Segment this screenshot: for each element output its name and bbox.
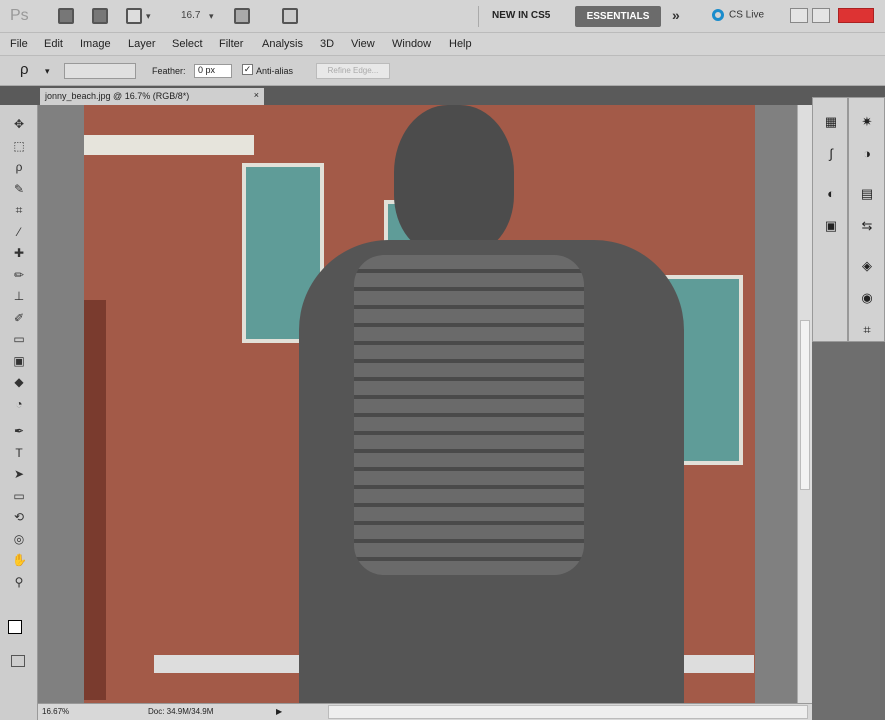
workspace-new-in-cs5[interactable]: NEW IN CS5 bbox=[492, 10, 550, 21]
dodge-tool-icon[interactable]: ◔ bbox=[12, 397, 26, 411]
launch-bridge-icon[interactable] bbox=[58, 8, 74, 24]
menu-help[interactable]: Help bbox=[449, 38, 472, 50]
swatches-panel-icon[interactable]: ◑ bbox=[859, 146, 875, 162]
crop-tool-icon[interactable]: ⌗ bbox=[12, 203, 26, 217]
status-bar: 16.67% Doc: 34.9M/34.9M ▶ bbox=[38, 703, 812, 720]
close-document-icon[interactable]: × bbox=[254, 90, 259, 100]
tools-panel: ✥ ⬚ ρ ✎ ⌗ ⁄ ✚ ✏ ⊥ ✐ ▭ ▣ ◆ ◔ ✒ T ➤ ▭ ⟲ ◎ ✋ ⚲ bbox=[0, 105, 38, 720]
close-button[interactable] bbox=[838, 8, 874, 23]
cs-live-label: CS Live bbox=[729, 9, 765, 21]
building-pillar bbox=[84, 300, 106, 700]
horizontal-scrollbar[interactable] bbox=[328, 705, 808, 719]
menu-view[interactable]: View bbox=[351, 38, 375, 50]
document-title: jonny_beach.jpg @ 16.7% (RGB/8*) bbox=[45, 91, 190, 101]
maximize-button[interactable] bbox=[812, 8, 830, 23]
statue-head bbox=[394, 105, 514, 255]
styles-panel-icon[interactable]: ▤ bbox=[859, 186, 875, 202]
type-tool-icon[interactable]: T bbox=[12, 446, 26, 460]
chest-protector bbox=[354, 255, 584, 575]
antialias-label: Anti-alias bbox=[256, 66, 294, 76]
selection-mode-buttons[interactable] bbox=[64, 63, 136, 79]
menu-layer[interactable]: Layer bbox=[128, 38, 156, 50]
menu-edit[interactable]: Edit bbox=[44, 38, 63, 50]
zoom-level-dropdown[interactable]: 16.7 bbox=[181, 10, 200, 21]
color-panel-icon[interactable]: ✷ bbox=[859, 114, 875, 130]
rectangle-tool-icon[interactable]: ▭ bbox=[12, 489, 26, 503]
3d-orbit-tool-icon[interactable]: ◎ bbox=[12, 532, 26, 546]
zoom-level-field[interactable]: 16.67% bbox=[42, 707, 69, 716]
application-bar: Ps ▾ 16.7 ▾ NEW IN CS5 ESSENTIALS » CS L… bbox=[0, 0, 885, 33]
3d-rotate-tool-icon[interactable]: ⟲ bbox=[12, 510, 26, 524]
chevron-down-icon: ▾ bbox=[146, 11, 151, 21]
cs-live-button[interactable]: CS Live bbox=[712, 9, 764, 21]
rect-marquee-tool-icon[interactable]: ⬚ bbox=[12, 139, 26, 153]
brush-tool-icon[interactable]: ✏ bbox=[12, 268, 26, 282]
panel-dock-icons-2: ✷ ◑ ▤ ⇆ ◈ ◉ ⌗ bbox=[848, 97, 885, 342]
menu-bar: File Edit Image Layer Select Filter Anal… bbox=[0, 33, 885, 55]
pen-tool-icon[interactable]: ✒ bbox=[12, 424, 26, 438]
menu-3d[interactable]: 3D bbox=[320, 38, 334, 50]
lasso-tool-icon[interactable]: ρ bbox=[12, 160, 26, 174]
building-ledge bbox=[84, 135, 254, 155]
paths-panel-icon[interactable]: ⇆ bbox=[859, 218, 875, 234]
menu-file[interactable]: File bbox=[10, 38, 28, 50]
panel-dock-icons-1: ▦ ∫ ◐ ▣ bbox=[812, 97, 848, 342]
menu-image[interactable]: Image bbox=[80, 38, 111, 50]
more-workspaces-icon[interactable]: » bbox=[672, 7, 680, 23]
eraser-tool-icon[interactable]: ▭ bbox=[12, 332, 26, 346]
divider bbox=[478, 6, 479, 27]
cs-live-icon bbox=[712, 9, 724, 21]
menu-analysis[interactable]: Analysis bbox=[262, 38, 303, 50]
navigator-panel-icon[interactable]: ∫ bbox=[823, 146, 839, 162]
quick-mask-icon[interactable] bbox=[11, 655, 25, 667]
view-extras-icon[interactable] bbox=[126, 8, 142, 24]
move-tool-icon[interactable]: ✥ bbox=[12, 117, 26, 131]
histogram-panel-icon[interactable]: ▦ bbox=[823, 114, 839, 130]
channels-panel-icon[interactable]: ◉ bbox=[859, 290, 875, 306]
history-brush-tool-icon[interactable]: ✐ bbox=[12, 311, 26, 325]
zoom-tool-icon[interactable]: ⚲ bbox=[12, 575, 26, 589]
feather-input[interactable]: 0 px bbox=[194, 64, 232, 78]
antialias-checkbox[interactable]: ✓ bbox=[242, 64, 253, 75]
gradient-tool-icon[interactable]: ▣ bbox=[12, 354, 26, 368]
clone-stamp-tool-icon[interactable]: ⊥ bbox=[12, 289, 26, 303]
vertical-scroll-thumb[interactable] bbox=[800, 320, 810, 490]
menu-select[interactable]: Select bbox=[172, 38, 203, 50]
photoshop-logo: Ps bbox=[10, 7, 29, 24]
launch-minibridge-icon[interactable] bbox=[92, 8, 108, 24]
adjustments-panel-icon[interactable]: ◐ bbox=[823, 186, 839, 202]
spot-heal-tool-icon[interactable]: ✚ bbox=[12, 246, 26, 260]
3d-panel-icon[interactable]: ⌗ bbox=[859, 322, 875, 338]
document-tab[interactable]: jonny_beach.jpg @ 16.7% (RGB/8*) × bbox=[40, 88, 264, 105]
menu-filter[interactable]: Filter bbox=[219, 38, 243, 50]
eyedropper-tool-icon[interactable]: ⁄ bbox=[12, 225, 26, 239]
hand-tool-icon[interactable]: ✋ bbox=[12, 553, 27, 567]
quick-select-tool-icon[interactable]: ✎ bbox=[12, 182, 26, 196]
status-menu-arrow-icon[interactable]: ▶ bbox=[276, 707, 282, 716]
lasso-tool-preset-icon[interactable]: ρ bbox=[20, 61, 29, 78]
feather-label: Feather: bbox=[152, 66, 186, 76]
options-bar: ρ ▾ Feather: 0 px ✓ Anti-alias Refine Ed… bbox=[0, 55, 885, 86]
blur-tool-icon[interactable]: ◆ bbox=[12, 375, 26, 389]
refine-edge-button[interactable]: Refine Edge... bbox=[316, 63, 390, 79]
chevron-down-icon: ▾ bbox=[45, 66, 50, 76]
masks-panel-icon[interactable]: ▣ bbox=[823, 218, 839, 234]
document-image[interactable] bbox=[84, 105, 755, 703]
menu-window[interactable]: Window bbox=[392, 38, 431, 50]
workspace-essentials[interactable]: ESSENTIALS bbox=[575, 6, 661, 27]
document-info: Doc: 34.9M/34.9M bbox=[148, 707, 214, 716]
chevron-down-icon: ▾ bbox=[209, 11, 214, 21]
arrange-documents-icon[interactable] bbox=[234, 8, 250, 24]
foreground-color-swatch[interactable] bbox=[8, 620, 22, 634]
minimize-button[interactable] bbox=[790, 8, 808, 23]
layers-panel-icon[interactable]: ◈ bbox=[859, 258, 875, 274]
screen-mode-icon[interactable] bbox=[282, 8, 298, 24]
path-select-tool-icon[interactable]: ➤ bbox=[12, 467, 26, 481]
